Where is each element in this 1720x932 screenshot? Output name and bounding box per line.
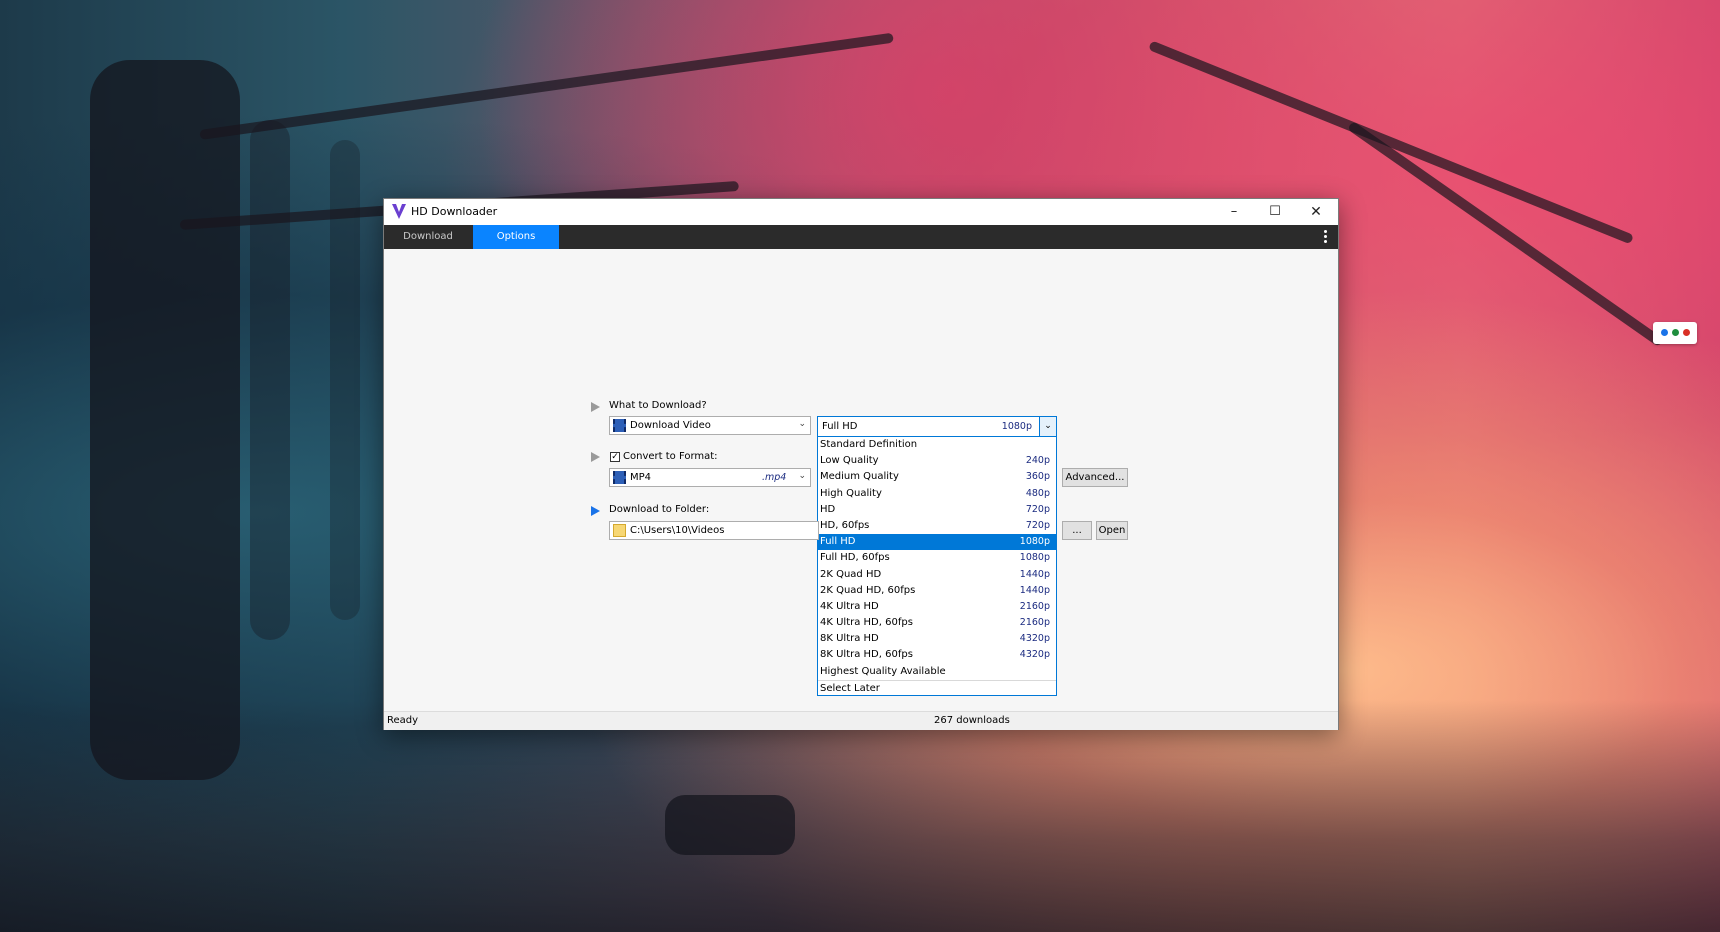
status-text: Ready bbox=[387, 715, 419, 726]
quality-option-selected[interactable]: Full HD 1080p bbox=[818, 534, 1056, 551]
section-arrow-icon bbox=[591, 452, 600, 462]
quality-option[interactable]: HD 720p bbox=[818, 502, 1056, 518]
quality-dropdown-list: Standard Definition Low Quality 240p Medi… bbox=[817, 436, 1057, 696]
quality-select[interactable]: Full HD 1080p ⌄ bbox=[817, 416, 1057, 437]
tray-widget[interactable] bbox=[1653, 322, 1697, 344]
download-folder-label: Download to Folder: bbox=[609, 504, 710, 515]
app-window: HD Downloader – ☐ ✕ Download Options Wha… bbox=[383, 198, 1339, 730]
tray-dot-blue bbox=[1661, 329, 1668, 336]
title-bar[interactable]: HD Downloader – ☐ ✕ bbox=[384, 199, 1338, 225]
wallpaper-log bbox=[665, 795, 795, 855]
quality-option[interactable]: 8K Ultra HD, 60fps 4320p bbox=[818, 647, 1056, 663]
download-type-value: Download Video bbox=[630, 420, 711, 431]
quality-option[interactable]: 2K Quad HD, 60fps 1440p bbox=[818, 583, 1056, 599]
what-to-download-label: What to Download? bbox=[609, 400, 707, 411]
convert-format-checkbox[interactable]: ✓ bbox=[610, 452, 620, 462]
tab-download[interactable]: Download bbox=[384, 225, 472, 249]
tab-bar: Download Options bbox=[384, 225, 1338, 249]
quality-option[interactable]: 4K Ultra HD 2160p bbox=[818, 599, 1056, 615]
quality-selected-label: Full HD bbox=[822, 421, 858, 432]
wallpaper-tree-trunk bbox=[90, 60, 240, 780]
quality-option[interactable]: 2K Quad HD 1440p bbox=[818, 567, 1056, 583]
quality-option[interactable]: Select Later bbox=[818, 679, 1056, 697]
quality-option[interactable]: Full HD, 60fps 1080p bbox=[818, 550, 1056, 566]
film-icon bbox=[613, 471, 626, 484]
tray-dot-green bbox=[1672, 329, 1679, 336]
format-extension: .mp4 bbox=[762, 472, 787, 483]
tab-options[interactable]: Options bbox=[473, 225, 559, 249]
format-select[interactable]: MP4 .mp4 ⌄ bbox=[609, 468, 811, 487]
wallpaper-branch bbox=[199, 32, 894, 140]
chevron-down-icon: ⌄ bbox=[798, 471, 806, 481]
section-arrow-icon bbox=[591, 402, 600, 412]
folder-icon bbox=[613, 524, 626, 537]
wallpaper-tree-trunk bbox=[250, 120, 290, 640]
minimize-button[interactable]: – bbox=[1214, 199, 1254, 225]
open-folder-button[interactable]: Open bbox=[1096, 521, 1128, 540]
more-menu-icon[interactable] bbox=[1319, 229, 1331, 245]
download-count: 267 downloads bbox=[934, 715, 1010, 726]
folder-path-field[interactable]: C:\Users\10\Videos bbox=[609, 521, 819, 540]
status-bar: Ready 267 downloads bbox=[384, 711, 1338, 730]
chevron-down-icon: ⌄ bbox=[798, 419, 806, 429]
quality-option[interactable]: HD, 60fps 720p bbox=[818, 518, 1056, 534]
app-logo-icon bbox=[392, 204, 406, 219]
quality-option[interactable]: 8K Ultra HD 4320p bbox=[818, 631, 1056, 647]
close-button[interactable]: ✕ bbox=[1296, 199, 1336, 225]
quality-option[interactable]: Standard Definition bbox=[818, 437, 1056, 453]
tray-dot-red bbox=[1683, 329, 1690, 336]
quality-option[interactable]: Highest Quality Available bbox=[818, 664, 1056, 680]
maximize-button[interactable]: ☐ bbox=[1255, 199, 1295, 225]
download-type-select[interactable]: Download Video ⌄ bbox=[609, 416, 811, 435]
browse-folder-button[interactable]: ... bbox=[1062, 521, 1092, 540]
format-value: MP4 bbox=[630, 472, 652, 483]
film-icon bbox=[613, 419, 626, 432]
section-arrow-icon bbox=[591, 506, 600, 516]
folder-path-value: C:\Users\10\Videos bbox=[630, 525, 725, 536]
convert-format-label: Convert to Format: bbox=[623, 451, 718, 462]
quality-selected-res: 1080p bbox=[1001, 421, 1032, 432]
chevron-down-icon[interactable]: ⌄ bbox=[1039, 417, 1056, 436]
quality-option[interactable]: High Quality 480p bbox=[818, 486, 1056, 502]
wallpaper-forest-floor bbox=[0, 700, 1720, 932]
quality-option[interactable]: 4K Ultra HD, 60fps 2160p bbox=[818, 615, 1056, 631]
advanced-button[interactable]: Advanced... bbox=[1062, 468, 1128, 487]
quality-option[interactable]: Low Quality 240p bbox=[818, 453, 1056, 469]
quality-option[interactable]: Medium Quality 360p bbox=[818, 469, 1056, 485]
window-title: HD Downloader bbox=[411, 205, 498, 218]
